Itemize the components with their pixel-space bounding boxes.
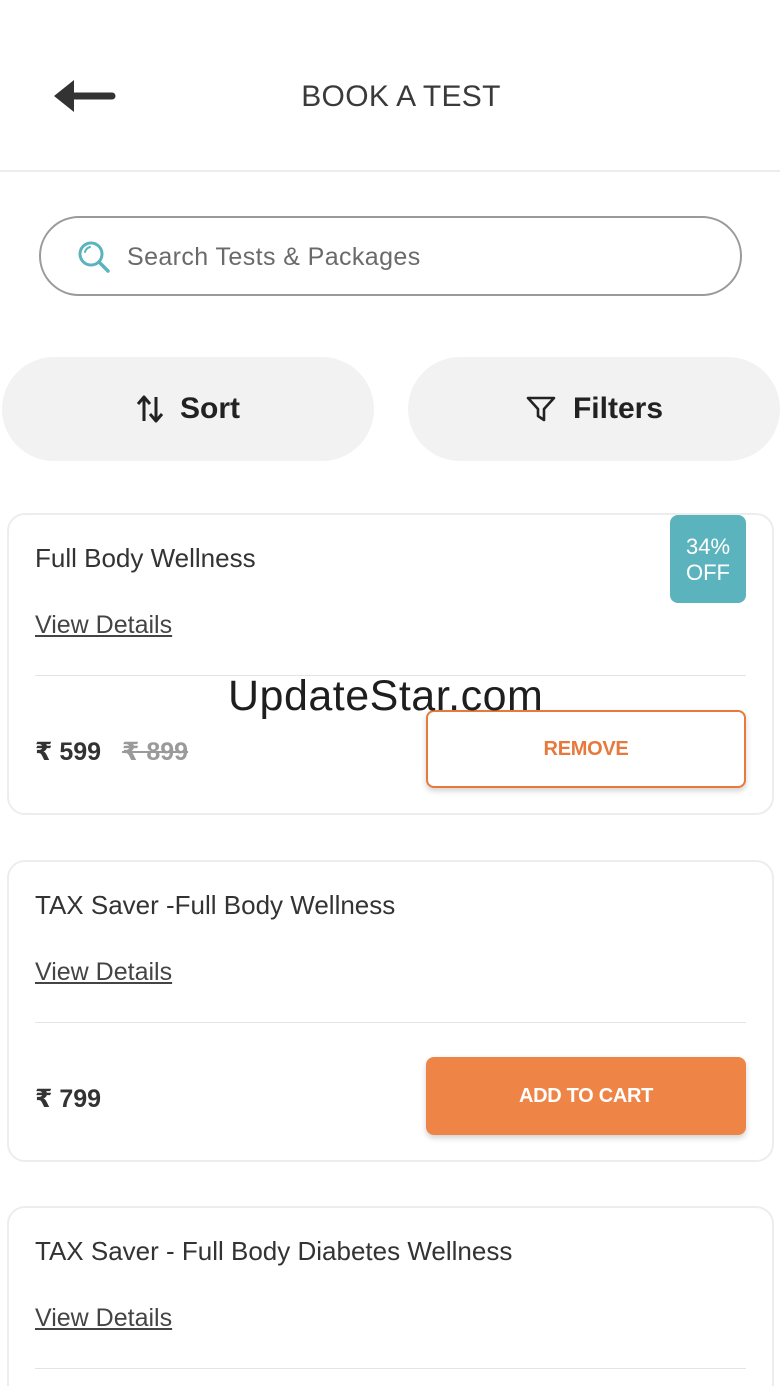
sort-button[interactable]: Sort	[2, 357, 374, 461]
page-title: BOOK A TEST	[301, 80, 501, 113]
card-divider	[35, 1368, 746, 1369]
price-original: ₹ 899	[122, 738, 189, 766]
price-row: ₹ 599 ₹ 899	[35, 737, 188, 767]
discount-off-label: OFF	[686, 560, 730, 585]
filters-button[interactable]: Filters	[408, 357, 780, 461]
view-details-link[interactable]: View Details	[35, 958, 172, 987]
watermark-text: UpdateStar.com	[228, 672, 544, 720]
package-card: TAX Saver -Full Body Wellness View Detai…	[7, 860, 774, 1162]
package-title: Full Body Wellness	[35, 543, 256, 573]
remove-button[interactable]: REMOVE	[426, 710, 746, 788]
package-title: TAX Saver - Full Body Diabetes Wellness	[35, 1236, 513, 1266]
view-details-link[interactable]: View Details	[35, 611, 172, 640]
package-card: TAX Saver - Full Body Diabetes Wellness …	[7, 1206, 774, 1386]
add-to-cart-button[interactable]: ADD TO CART	[426, 1057, 746, 1135]
discount-percent: 34%	[685, 534, 731, 559]
price-current: ₹ 599	[35, 738, 102, 766]
card-divider	[35, 1022, 746, 1023]
package-card: Full Body Wellness 34% OFF View Details …	[7, 513, 774, 815]
discount-badge: 34% OFF	[670, 515, 746, 603]
filters-label: Filters	[572, 392, 664, 425]
sort-label: Sort	[180, 392, 240, 425]
price-current: ₹ 799	[35, 1085, 102, 1113]
sort-arrows-icon	[136, 395, 164, 423]
search-input[interactable]	[127, 232, 707, 282]
package-title: TAX Saver -Full Body Wellness	[35, 890, 396, 920]
search-box[interactable]	[39, 216, 742, 296]
view-details-link[interactable]: View Details	[35, 1304, 172, 1333]
app-header: BOOK A TEST	[0, 0, 780, 172]
search-icon	[78, 241, 110, 273]
price-row: ₹ 799	[35, 1084, 101, 1114]
funnel-icon	[526, 396, 556, 422]
